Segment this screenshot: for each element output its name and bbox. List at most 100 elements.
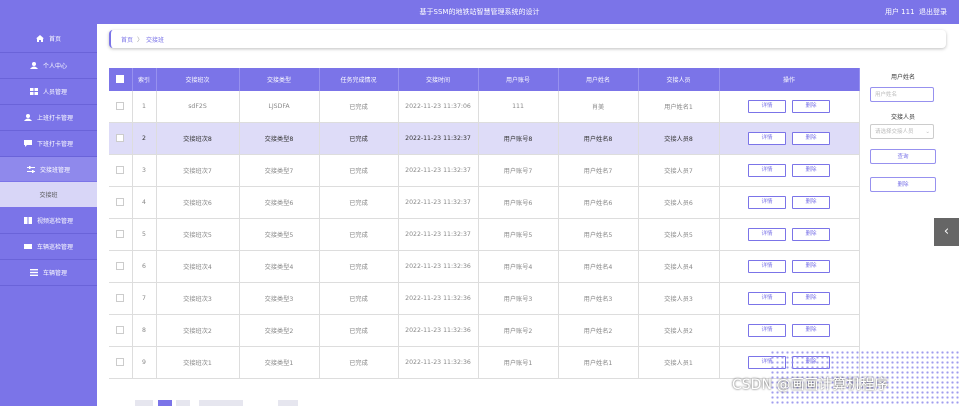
query-button[interactable]: 查询: [870, 149, 936, 164]
table-cell: 交接类型1: [239, 346, 320, 379]
pager-next[interactable]: [176, 400, 190, 406]
table-cell: 用户账号4: [478, 250, 559, 283]
table-cell: 交接类型5: [239, 218, 320, 251]
table-cell: 2022-11-23 11:32:36: [398, 314, 479, 347]
sidebar-item-vehicles[interactable]: 车辆管理: [0, 260, 97, 284]
table-cell: 2022-11-23 11:32:36: [398, 346, 479, 379]
table-cell: 用户账号3: [478, 282, 559, 315]
row-select-cell: [109, 314, 133, 347]
detail-button[interactable]: 详情: [748, 164, 786, 177]
collapse-toggle[interactable]: ‹: [934, 218, 959, 246]
pager-prev[interactable]: [135, 400, 153, 406]
row-delete-button[interactable]: 删除: [792, 132, 830, 145]
row-checkbox[interactable]: [116, 165, 125, 174]
user-icon: [23, 113, 32, 121]
column-header[interactable]: 交接班次: [156, 68, 240, 91]
row-checkbox[interactable]: [116, 197, 125, 206]
detail-button[interactable]: 详情: [748, 196, 786, 209]
select-all-checkbox[interactable]: [116, 74, 125, 83]
row-checkbox[interactable]: [116, 229, 125, 238]
table-row[interactable]: 1 sdF2S LJSDFA 已完成 2022-11-23 11:37:06 111 肖美用…: [109, 91, 860, 123]
row-delete-button[interactable]: 删除: [792, 260, 830, 273]
column-header[interactable]: 交接类型: [239, 68, 320, 91]
detail-button[interactable]: 详情: [748, 292, 786, 305]
name-label: 用户姓名: [890, 74, 915, 81]
pager-jump[interactable]: [278, 400, 298, 406]
table-row[interactable]: 5 交接班次5 交接类型5 已完成 2022-11-23 11:32:37 用户账号5 用户…: [109, 218, 860, 251]
sidebar-item-video-inspection[interactable]: 视频巡检管理: [0, 208, 97, 232]
table-cell: sdF2S: [156, 91, 240, 123]
delete-button[interactable]: 删除: [870, 177, 936, 192]
sidebar-item-vehicle-inspection[interactable]: 车辆巡检管理: [0, 234, 97, 258]
row-checkbox[interactable]: [116, 357, 125, 366]
breadcrumb-home[interactable]: 首页: [121, 35, 133, 44]
table-cell: 交接人员6: [638, 186, 720, 219]
pager-current[interactable]: [158, 400, 172, 406]
column-header[interactable]: 用户账号: [478, 68, 559, 91]
name-input[interactable]: 用户姓名: [870, 87, 934, 102]
table-cell: 交接班次8: [156, 122, 240, 155]
column-header[interactable]: 用户姓名: [558, 68, 639, 91]
detail-button[interactable]: 详情: [748, 100, 786, 113]
handover-label: 交接人员: [890, 114, 915, 121]
table-cell: 用户账号8: [478, 122, 559, 155]
row-checkbox[interactable]: [116, 133, 125, 142]
column-header[interactable]: 交接人员: [638, 68, 720, 91]
detail-button[interactable]: 详情: [748, 260, 786, 273]
table-cell: 交接班次6: [156, 186, 240, 219]
row-select-cell: [109, 91, 133, 123]
table-cell: 交接人员7: [638, 154, 720, 187]
sidebar-item-home[interactable]: 首页: [0, 26, 97, 50]
sidebar-item-profile[interactable]: 个人中心: [0, 53, 97, 77]
column-header[interactable]: 任务完成情况: [319, 68, 399, 91]
table-row[interactable]: 3 交接班次7 交接类型7 已完成 2022-11-23 11:32:37 用户账号7 用户…: [109, 154, 860, 187]
table-cell: LJSDFA: [239, 91, 320, 123]
sidebar-item-handover-management[interactable]: 交接班管理: [0, 157, 97, 181]
table-row[interactable]: 4 交接班次6 交接类型6 已完成 2022-11-23 11:32:37 用户账号6 用户…: [109, 186, 860, 219]
sidebar-item-handover[interactable]: 交接班: [0, 182, 97, 207]
table-cell: 6: [132, 250, 157, 283]
table-cell: 交接人员2: [638, 314, 720, 347]
row-delete-button[interactable]: 删除: [792, 324, 830, 337]
row-delete-button[interactable]: 删除: [792, 292, 830, 305]
detail-button[interactable]: 详情: [748, 132, 786, 145]
grid-icon: [29, 87, 38, 95]
detail-button[interactable]: 详情: [748, 324, 786, 337]
row-delete-button[interactable]: 删除: [792, 228, 830, 241]
sidebar-item-staff[interactable]: 人员管理: [0, 79, 97, 103]
chevron-left-icon: ‹: [943, 224, 950, 239]
table-cell: 用户账号2: [478, 314, 559, 347]
sidebar-item-label: 车辆巡检管理: [36, 243, 73, 251]
table-cell: 5: [132, 218, 157, 251]
table-cell: 用户账号5: [478, 218, 559, 251]
column-header[interactable]: 索引: [132, 68, 157, 91]
row-checkbox[interactable]: [116, 325, 125, 334]
table-row[interactable]: 2 交接班次8 交接类型8 已完成 2022-11-23 11:32:37 用户账号8 用户…: [109, 122, 860, 155]
table-row[interactable]: 7 交接班次3 交接类型3 已完成 2022-11-23 11:32:36 用户账号3 用户…: [109, 282, 860, 315]
table-row[interactable]: 8 交接班次2 交接类型2 已完成 2022-11-23 11:32:36 用户账号2 用户…: [109, 314, 860, 347]
row-actions: 详情删除: [719, 186, 860, 219]
sidebar-item-clock-in[interactable]: 上班打卡管理: [0, 105, 97, 129]
row-delete-button[interactable]: 删除: [792, 164, 830, 177]
row-delete-button[interactable]: 删除: [792, 196, 830, 209]
user-menu[interactable]: 用户 111 退出登录: [885, 7, 947, 17]
select-all-cell: [109, 68, 133, 91]
row-checkbox[interactable]: [116, 261, 125, 270]
table-cell: 1: [132, 91, 157, 123]
table-cell: 已完成: [319, 250, 399, 283]
sidebar-item-label: 车辆管理: [42, 269, 67, 277]
table-cell: 用户姓名4: [558, 250, 639, 283]
detail-button[interactable]: 详情: [748, 228, 786, 241]
logout-link[interactable]: 退出登录: [919, 8, 947, 16]
chevron-down-icon: ⌄: [925, 129, 930, 135]
sidebar-item-clock-out[interactable]: 下班打卡管理: [0, 131, 97, 155]
handover-select[interactable]: 请选择交接人员 ⌄: [870, 124, 934, 139]
pager-size-select[interactable]: [199, 400, 243, 406]
table-row[interactable]: 6 交接班次4 交接类型4 已完成 2022-11-23 11:32:36 用户账号4 用户…: [109, 250, 860, 283]
app-title: 基于SSM的地铁站智慧管理系统的设计: [419, 8, 540, 16]
column-header[interactable]: 交接时间: [398, 68, 479, 91]
sidebar-item-label: 视频巡检管理: [36, 217, 73, 225]
row-checkbox[interactable]: [116, 101, 125, 110]
row-checkbox[interactable]: [116, 293, 125, 302]
row-delete-button[interactable]: 删除: [792, 100, 830, 113]
